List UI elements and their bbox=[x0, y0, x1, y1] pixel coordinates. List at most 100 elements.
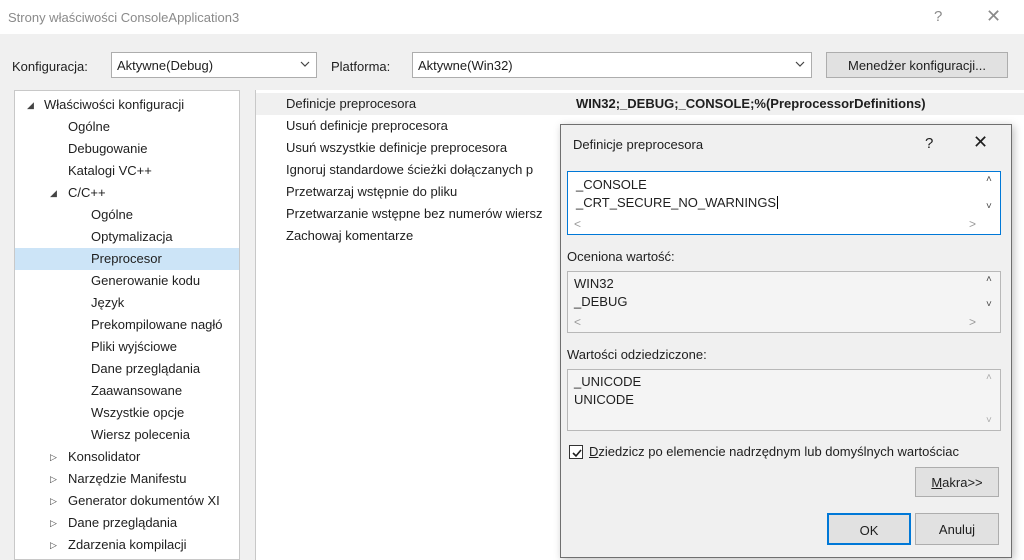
scroll-down-icon[interactable]: ˅ bbox=[986, 201, 992, 212]
close-icon[interactable]: ✕ bbox=[986, 6, 1001, 27]
inherit-checkbox-label[interactable]: Dziedzicz po elemencie nadrzędnym lub do… bbox=[589, 444, 959, 459]
inherited-values-label: Wartości odziedziczone: bbox=[567, 347, 707, 362]
definition-line-text: _CRT_SECURE_NO_WARNINGS bbox=[576, 195, 777, 210]
configuration-value: Aktywne(Debug) bbox=[117, 58, 214, 73]
inherited-line: UNICODE bbox=[574, 392, 634, 407]
property-name: Usuń definicje preprocesora bbox=[286, 118, 448, 133]
ok-button[interactable]: OK bbox=[827, 513, 911, 545]
expand-icon[interactable]: ▷ bbox=[50, 490, 57, 512]
configuration-manager-button[interactable]: Menedżer konfiguracji... bbox=[826, 52, 1008, 78]
evaluated-value-box: WIN32 _DEBUG ˄ ˅ < > bbox=[567, 271, 1001, 333]
tree-item-label: Pliki wyjściowe bbox=[91, 339, 177, 354]
scroll-down-icon[interactable]: ˅ bbox=[986, 299, 992, 310]
inherit-checkbox[interactable] bbox=[569, 445, 583, 459]
property-name: Zachowaj komentarze bbox=[286, 228, 414, 243]
checkmark-icon bbox=[572, 449, 582, 458]
tree-item-label: Preprocesor bbox=[91, 251, 162, 266]
tree-item-label: Generator dokumentów XI bbox=[68, 493, 220, 508]
tree-item-label: Narzędzie Manifestu bbox=[68, 471, 187, 486]
tree-item-all-options[interactable]: Wszystkie opcje bbox=[15, 402, 239, 424]
property-value[interactable]: WIN32;_DEBUG;_CONSOLE;%(PreprocessorDefi… bbox=[576, 93, 926, 115]
platform-select[interactable]: Aktywne(Win32) bbox=[412, 52, 812, 78]
expand-icon[interactable]: ▷ bbox=[50, 468, 57, 490]
tree-item-label: Generowanie kodu bbox=[91, 273, 201, 288]
tree-item-code-generation[interactable]: Generowanie kodu bbox=[15, 270, 239, 292]
collapse-icon[interactable]: ◢ bbox=[27, 94, 34, 116]
scroll-up-icon[interactable]: ˄ bbox=[986, 274, 992, 285]
configuration-bar: Konfiguracja: Aktywne(Debug) Platforma: … bbox=[0, 34, 1024, 90]
horizontal-scrollbar[interactable]: < > bbox=[568, 216, 1000, 234]
tree-item-language[interactable]: Język bbox=[15, 292, 239, 314]
property-name: Przetwarzanie wstępne bez numerów wiersz bbox=[286, 206, 543, 221]
property-name: Przetwarzaj wstępnie do pliku bbox=[286, 184, 458, 199]
scroll-down-icon[interactable]: ˅ bbox=[986, 415, 992, 426]
tree-item-label: Wszystkie opcje bbox=[91, 405, 185, 420]
definition-line: _CRT_SECURE_NO_WARNINGS bbox=[576, 195, 779, 210]
tree-item-label: Zdarzenia kompilacji bbox=[68, 537, 187, 552]
property-name: Usuń wszystkie definicje preprocesora bbox=[286, 140, 508, 155]
tree-item-advanced[interactable]: Zaawansowane bbox=[15, 380, 239, 402]
tree-item-browse-info[interactable]: Dane przeglądania bbox=[15, 358, 239, 380]
scroll-right-icon[interactable]: > bbox=[969, 217, 976, 231]
definitions-edit-box[interactable]: _CONSOLE _CRT_SECURE_NO_WARNINGS ˄ ˅ < > bbox=[567, 171, 1001, 235]
tree-item-label: Optymalizacja bbox=[91, 229, 173, 244]
property-row-preprocessor-definitions[interactable]: Definicje preprocesora WIN32;_DEBUG;_CON… bbox=[256, 93, 1024, 115]
scroll-left-icon[interactable]: < bbox=[574, 217, 581, 231]
tree-item-build-events[interactable]: ▷ Zdarzenia kompilacji bbox=[15, 534, 239, 556]
expand-icon[interactable]: ▷ bbox=[50, 512, 57, 534]
inherited-line: _UNICODE bbox=[574, 374, 642, 389]
scroll-up-icon[interactable]: ˄ bbox=[986, 372, 992, 383]
tree-item-label: Konsolidator bbox=[68, 449, 141, 464]
scroll-right-icon[interactable]: > bbox=[969, 315, 976, 329]
tree-item-output-files[interactable]: Pliki wyjściowe bbox=[15, 336, 239, 358]
close-icon[interactable]: ✕ bbox=[973, 132, 988, 153]
evaluated-value-label: Oceniona wartość: bbox=[567, 249, 675, 264]
tree-item-cpp-general[interactable]: Ogólne bbox=[15, 204, 239, 226]
tree-item-label: Właściwości konfiguracji bbox=[44, 97, 185, 112]
tree-item-label: Debugowanie bbox=[68, 141, 148, 156]
tree-item-label: Język bbox=[91, 295, 125, 310]
tree-item-preprocessor[interactable]: Preprocesor bbox=[15, 248, 239, 270]
expand-icon[interactable]: ▷ bbox=[50, 446, 57, 468]
cancel-button[interactable]: Anuluj bbox=[915, 513, 999, 545]
tree-item-label: Zaawansowane bbox=[91, 383, 183, 398]
window-title: Strony właściwości ConsoleApplication3 bbox=[8, 10, 240, 25]
window-titlebar: Strony właściwości ConsoleApplication3 ?… bbox=[0, 0, 1024, 34]
collapse-icon[interactable]: ◢ bbox=[50, 182, 57, 204]
tree-item-configuration-properties[interactable]: ◢ Właściwości konfiguracji bbox=[15, 94, 239, 116]
tree-item-precompiled-headers[interactable]: Prekompilowane nagłó bbox=[15, 314, 239, 336]
tree-item-label: Katalogi VC++ bbox=[68, 163, 152, 178]
tree-item-browse-information[interactable]: ▷ Dane przeglądania bbox=[15, 512, 239, 534]
tree-item-linker[interactable]: ▷ Konsolidator bbox=[15, 446, 239, 468]
configuration-select[interactable]: Aktywne(Debug) bbox=[111, 52, 317, 78]
tree-item-command-line[interactable]: Wiersz polecenia bbox=[15, 424, 239, 446]
tree-item-general[interactable]: Ogólne bbox=[15, 116, 239, 138]
vertical-scrollbar[interactable]: ˄ ˅ bbox=[982, 370, 1000, 430]
chevron-down-icon bbox=[300, 61, 310, 67]
chevron-down-icon bbox=[795, 61, 805, 67]
expand-icon[interactable]: ▷ bbox=[50, 534, 57, 556]
tree-item-label: Wiersz polecenia bbox=[91, 427, 190, 442]
scroll-left-icon[interactable]: < bbox=[574, 315, 581, 329]
tree-item-c-cpp[interactable]: ◢ C/C++ bbox=[15, 182, 239, 204]
dialog-title: Definicje preprocesora bbox=[573, 137, 704, 152]
tree-item-xml-doc-generator[interactable]: ▷ Generator dokumentów XI bbox=[15, 490, 239, 512]
macros-button[interactable]: Makra>> bbox=[915, 467, 999, 497]
tree-item-manifest-tool[interactable]: ▷ Narzędzie Manifestu bbox=[15, 468, 239, 490]
property-name: Ignoruj standardowe ścieżki dołączanych … bbox=[286, 162, 534, 177]
property-tree: ◢ Właściwości konfiguracji Ogólne Debugo… bbox=[14, 90, 240, 560]
horizontal-scrollbar[interactable]: < > bbox=[568, 314, 1000, 332]
platform-value: Aktywne(Win32) bbox=[418, 58, 513, 73]
evaluated-line: _DEBUG bbox=[574, 294, 628, 309]
preprocessor-definitions-dialog: Definicje preprocesora ? ✕ _CONSOLE _CRT… bbox=[560, 124, 1012, 558]
tree-item-label: C/C++ bbox=[68, 185, 106, 200]
help-icon[interactable]: ? bbox=[925, 135, 933, 152]
scroll-up-icon[interactable]: ˄ bbox=[986, 174, 992, 185]
tree-item-vc-directories[interactable]: Katalogi VC++ bbox=[15, 160, 239, 182]
tree-item-debugging[interactable]: Debugowanie bbox=[15, 138, 239, 160]
tree-item-label: Ogólne bbox=[91, 207, 133, 222]
tree-item-label: Ogólne bbox=[68, 119, 110, 134]
tree-item-optimization[interactable]: Optymalizacja bbox=[15, 226, 239, 248]
help-icon[interactable]: ? bbox=[934, 8, 942, 25]
configuration-label: Konfiguracja: bbox=[12, 59, 88, 74]
